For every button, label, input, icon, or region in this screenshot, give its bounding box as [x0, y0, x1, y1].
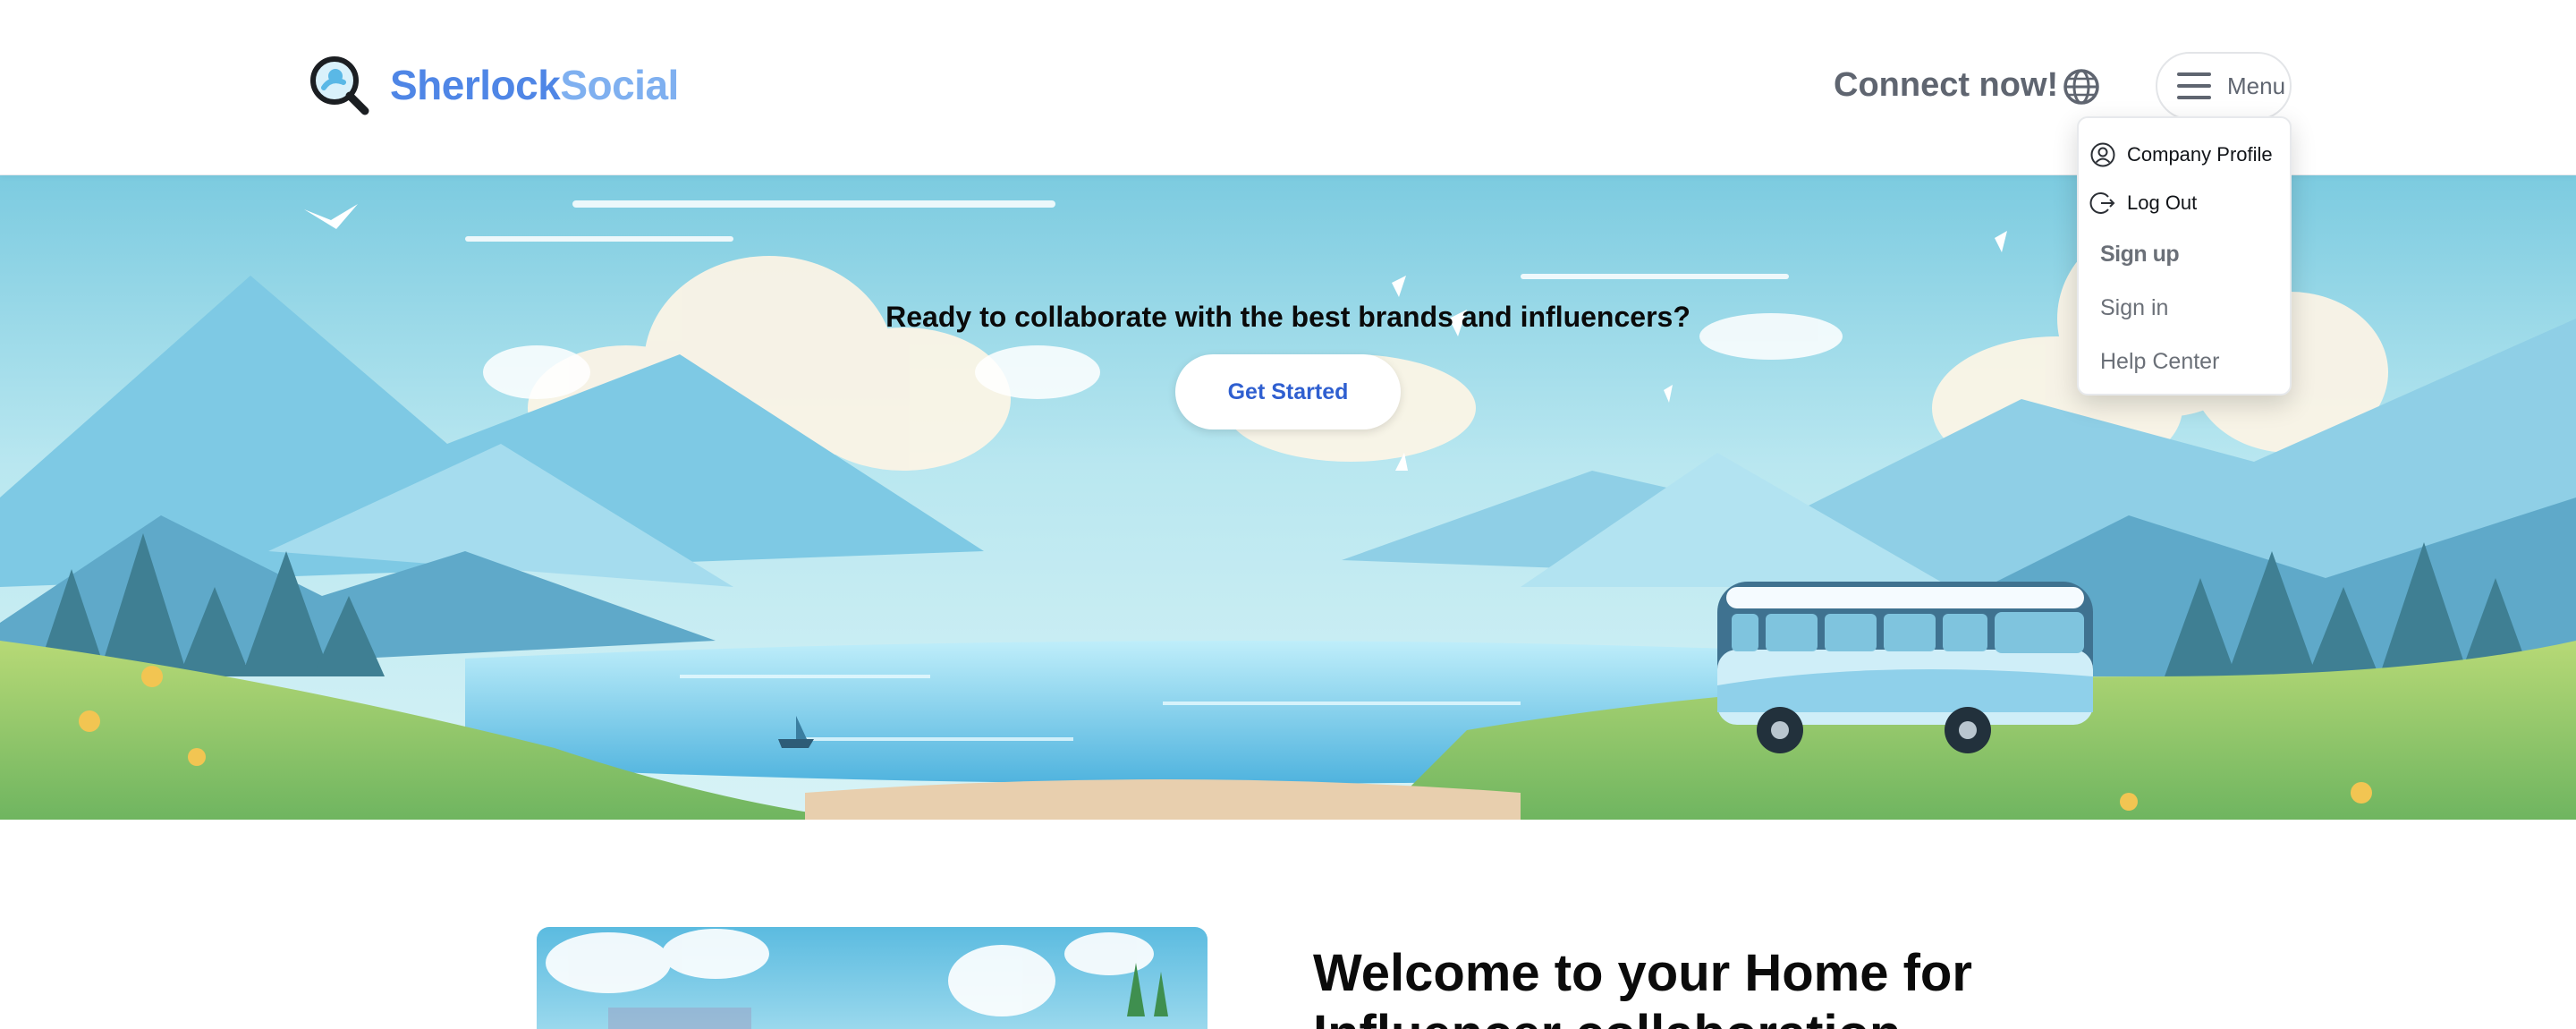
menu-item-sign-in[interactable]: Sign in [2079, 288, 2290, 327]
menu-button[interactable]: Menu [2156, 52, 2292, 120]
user-circle-icon [2090, 142, 2115, 167]
menu-item-help-center[interactable]: Help Center [2079, 342, 2290, 381]
menu-item-label: Sign up [2100, 241, 2180, 267]
menu-item-company-profile[interactable]: Company Profile [2079, 136, 2290, 174]
feature-illustration [537, 927, 1208, 1029]
menu-item-label: Log Out [2127, 191, 2198, 214]
brand-name-part2: Social [560, 62, 679, 108]
menu-item-sign-up[interactable]: Sign up [2079, 234, 2290, 274]
globe-icon[interactable] [2063, 68, 2100, 106]
welcome-heading: Welcome to your Home for Influencer coll… [1313, 944, 1972, 1029]
get-started-button[interactable]: Get Started [1175, 354, 1401, 429]
hamburger-icon [2177, 72, 2211, 99]
brand-logo[interactable]: SherlockSocial [306, 52, 679, 118]
menu-item-label: Company Profile [2127, 143, 2273, 166]
menu-item-label: Sign in [2100, 294, 2169, 320]
connect-now-link[interactable]: Connect now! [1834, 66, 2058, 105]
logout-icon [2089, 192, 2115, 214]
menu-dropdown: Company Profile Log Out Sign up Sign in … [2077, 116, 2292, 395]
brand-name-part1: Sherlock [390, 62, 561, 108]
menu-item-log-out[interactable]: Log Out [2079, 184, 2290, 222]
feature-illustration-art [537, 927, 1208, 1029]
magnifier-logo-icon [310, 56, 369, 115]
menu-button-label: Menu [2227, 72, 2286, 99]
menu-item-label: Help Center [2100, 348, 2220, 374]
brand-name: SherlockSocial [390, 61, 679, 109]
